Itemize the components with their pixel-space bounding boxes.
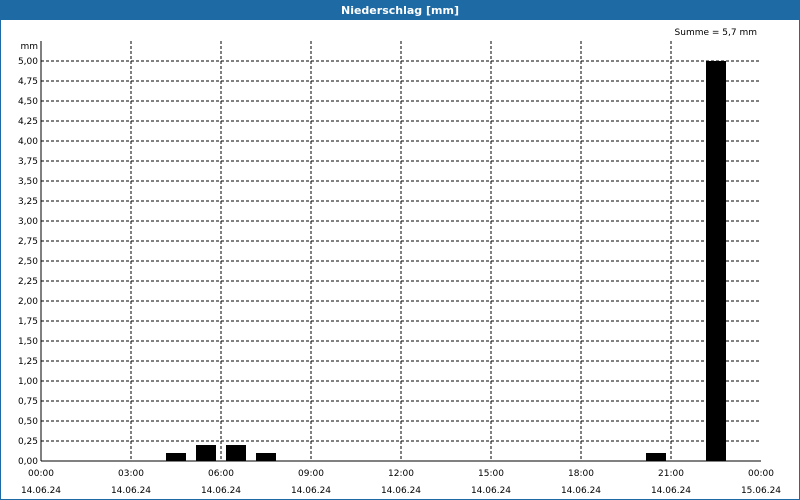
x-tick-time-label: 09:00 <box>298 469 324 479</box>
y-tick-label: 3,00 <box>18 217 38 227</box>
y-tick-label: 1,50 <box>18 337 38 347</box>
y-tick-label: 1,75 <box>18 317 38 327</box>
x-tick-time-label: 15:00 <box>478 469 504 479</box>
x-tick-labels: 00:00 14.06.24 03:00 14.06.24 06:00 14.06.24 0… <box>21 469 781 496</box>
y-tick-label: 4,75 <box>18 77 38 87</box>
sum-annotation: Summe = 5,7 mm <box>675 28 757 38</box>
x-tick-time-label: 21:00 <box>658 469 684 479</box>
y-tick-label: 3,75 <box>18 157 38 167</box>
x-tick-date-label: 14.06.24 <box>21 486 61 496</box>
y-tick-label: 2,50 <box>18 257 38 267</box>
y-tick-label: 3,50 <box>18 177 38 187</box>
x-tick-time-label: 18:00 <box>568 469 594 479</box>
x-tick-date-label: 14.06.24 <box>471 486 511 496</box>
y-tick-label: 0,00 <box>18 457 38 467</box>
x-tick-date-label: 14.06.24 <box>381 486 421 496</box>
y-tick-labels: 0,00 0,25 0,50 0,75 1,00 1,25 1,50 1,75 2,00 2,25… <box>18 57 38 467</box>
x-tick-date-label: 14.06.24 <box>561 486 601 496</box>
y-tick-label: 0,75 <box>18 397 38 407</box>
x-tick-time-label: 06:00 <box>208 469 234 479</box>
x-tick-date-label: 15.06.24 <box>741 486 781 496</box>
x-tick-date-label: 14.06.24 <box>651 486 691 496</box>
y-tick-label: 0,50 <box>18 417 38 427</box>
chart-window: Niederschlag [mm] 0,00 0,25 0,50 0,75 1,00 1,… <box>0 0 800 500</box>
y-tick-label: 0,25 <box>18 437 38 447</box>
y-tick-label: 2,25 <box>18 277 38 287</box>
precipitation-bar <box>166 453 186 461</box>
chart-title: Niederschlag [mm] <box>1 1 799 20</box>
y-tick-label: 2,00 <box>18 297 38 307</box>
grid-lines <box>41 41 761 461</box>
y-tick-label: 1,25 <box>18 357 38 367</box>
precipitation-bar <box>706 61 726 461</box>
x-tick-date-label: 14.06.24 <box>201 486 241 496</box>
y-tick-label: 4,00 <box>18 137 38 147</box>
precipitation-bar <box>256 453 276 461</box>
y-axis-unit-label: mm <box>20 42 38 52</box>
precipitation-bar <box>646 453 666 461</box>
y-tick-label: 2,75 <box>18 237 38 247</box>
x-tick-time-label: 03:00 <box>118 469 144 479</box>
y-tick-label: 3,25 <box>18 197 38 207</box>
precipitation-bar <box>226 445 246 461</box>
x-tick-time-label: 12:00 <box>388 469 414 479</box>
x-tick-time-label: 00:00 <box>748 469 774 479</box>
y-tick-label: 4,50 <box>18 97 38 107</box>
x-tick-date-label: 14.06.24 <box>111 486 151 496</box>
y-tick-label: 1,00 <box>18 377 38 387</box>
y-tick-label: 4,25 <box>18 117 38 127</box>
x-tick-date-label: 14.06.24 <box>291 486 331 496</box>
precipitation-chart: 0,00 0,25 0,50 0,75 1,00 1,25 1,50 1,75 2,00 2,25… <box>18 28 781 496</box>
y-tick-label: 5,00 <box>18 57 38 67</box>
precipitation-bar <box>196 445 216 461</box>
x-tick-time-label: 00:00 <box>28 469 54 479</box>
